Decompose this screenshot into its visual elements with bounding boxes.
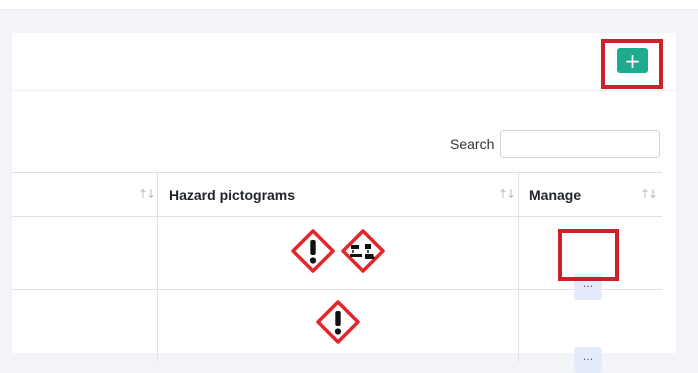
table-header-border [12,216,662,217]
manage-button[interactable]: ··· [574,274,602,300]
sort-icon[interactable]: ↑↓ [640,187,658,201]
exclamation-mark-pictogram-icon [316,300,360,344]
table-top-border [12,172,662,173]
manage-button[interactable]: ··· [574,347,602,373]
sort-icon[interactable]: ↑↓ [498,187,516,201]
table-row-border [12,289,662,290]
search-label: Search [450,136,495,152]
content-card: + Search ↑↓ Hazard pictograms ↑↓ Manage … [12,33,676,373]
column-header-manage[interactable]: Manage [529,187,581,203]
sort-icon[interactable]: ↑↓ [138,187,156,201]
top-navbar [0,0,698,10]
corrosion-pictogram-icon [341,229,385,273]
column-divider [157,172,158,362]
exclamation-mark-pictogram-icon [291,229,335,273]
column-header-hazard-pictograms[interactable]: Hazard pictograms [169,187,295,203]
card-header: + [12,33,676,91]
search-input[interactable] [500,130,660,158]
add-button[interactable]: + [617,48,648,73]
column-divider [518,172,519,362]
